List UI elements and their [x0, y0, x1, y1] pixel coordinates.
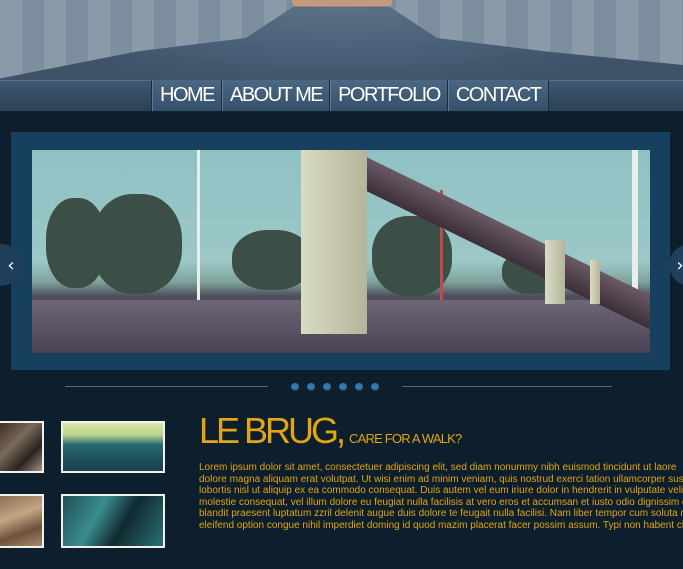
- main-nav: HOME ABOUT ME PORTFOLIO CONTACT: [151, 80, 549, 111]
- slide-tree: [232, 230, 312, 290]
- pager-divider: [402, 386, 612, 387]
- article-heading: LE BRUG, CARE FOR A WALK?: [199, 410, 462, 452]
- thumbnail[interactable]: [61, 494, 165, 548]
- slide-tree: [92, 194, 182, 294]
- slider-dot[interactable]: [355, 383, 363, 391]
- chevron-right-icon: ›: [676, 254, 683, 276]
- slide-post: [545, 240, 565, 304]
- nav-item-about-me[interactable]: ABOUT ME: [222, 80, 331, 111]
- nav-item-portfolio[interactable]: PORTFOLIO: [330, 80, 448, 111]
- thumbnail[interactable]: [0, 421, 44, 473]
- article-title: LE BRUG,: [199, 410, 346, 451]
- slide-post: [590, 260, 600, 304]
- slider-dot[interactable]: [371, 383, 379, 391]
- slide-pole: [632, 150, 638, 300]
- article-subtitle: CARE FOR A WALK?: [349, 431, 462, 446]
- slider-next-button[interactable]: ›: [669, 244, 683, 286]
- article-line: lobortis nisl ut aliquip ex ea commodo c…: [199, 485, 683, 497]
- header-photo-shirt: [0, 6, 683, 82]
- slide-post: [301, 150, 367, 334]
- article-line: Lorem ipsum dolor sit amet, consectetuer…: [199, 462, 677, 473]
- nav-item-home[interactable]: HOME: [152, 80, 222, 111]
- chevron-left-icon: ‹: [7, 254, 15, 276]
- slider-dot[interactable]: [339, 383, 347, 391]
- thumbnail[interactable]: [0, 494, 44, 548]
- article-line: blandit praesent luptatum zzril delenit …: [199, 508, 683, 520]
- slide-pole: [197, 150, 200, 300]
- slider-dot[interactable]: [307, 383, 315, 391]
- article-line: dolore magna aliquam erat volutpat. Ut w…: [199, 473, 683, 485]
- thumbnail[interactable]: [61, 421, 165, 473]
- header-photo: [0, 0, 683, 82]
- article-line: molestie consequat, vel illum dolore eu …: [199, 496, 683, 508]
- article-body: Lorem ipsum dolor sit amet, consectetuer…: [199, 462, 683, 532]
- slide-image: [32, 150, 650, 353]
- slider-dot[interactable]: [323, 383, 331, 391]
- nav-item-contact[interactable]: CONTACT: [447, 80, 549, 111]
- slider-dot[interactable]: [291, 383, 299, 391]
- article-line: eleifend option congue nihil imperdiet d…: [199, 519, 683, 531]
- pager-divider: [65, 386, 268, 387]
